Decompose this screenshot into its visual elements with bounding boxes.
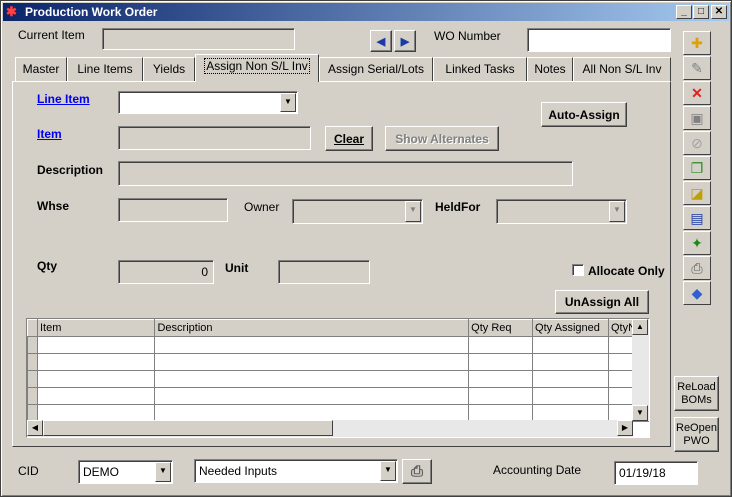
item-field[interactable] bbox=[118, 126, 311, 150]
save-icon[interactable]: ▣ bbox=[683, 106, 711, 130]
table-row[interactable] bbox=[27, 387, 649, 405]
tab-all-non-sl-inv[interactable]: All Non S/L Inv bbox=[573, 57, 671, 81]
current-item-field[interactable] bbox=[102, 28, 295, 50]
column-header-description[interactable]: Description bbox=[154, 319, 470, 337]
table-row[interactable] bbox=[27, 404, 649, 422]
scroll-down-icon[interactable]: ▼ bbox=[632, 405, 648, 421]
clear-button[interactable]: Clear bbox=[325, 126, 373, 151]
pin-icon[interactable]: ✦ bbox=[683, 231, 711, 255]
table-row[interactable] bbox=[27, 336, 649, 354]
tab-notes[interactable]: Notes bbox=[527, 57, 573, 81]
tab-master[interactable]: Master bbox=[15, 57, 67, 81]
assignment-grid[interactable]: Item Description Qty Req Qty Assigned Qt… bbox=[26, 318, 650, 438]
minimize-button[interactable]: _ bbox=[676, 5, 692, 19]
accounting-date-label: Accounting Date bbox=[493, 463, 582, 477]
scroll-up-icon[interactable]: ▲ bbox=[632, 319, 648, 335]
tag-icon[interactable]: ◆ bbox=[683, 281, 711, 305]
wo-number-field[interactable] bbox=[527, 28, 671, 52]
horizontal-scroll-thumb[interactable] bbox=[43, 420, 333, 436]
line-item-link[interactable]: Line Item bbox=[37, 92, 90, 106]
wo-number-label: WO Number bbox=[434, 29, 501, 43]
qty-label: Qty bbox=[37, 259, 58, 273]
row-selector-header bbox=[27, 319, 38, 337]
owner-select[interactable]: ▼ bbox=[292, 199, 423, 224]
close-button[interactable]: ✕ bbox=[711, 5, 727, 19]
tab-yields[interactable]: Yields bbox=[143, 57, 195, 81]
tab-linked-tasks[interactable]: Linked Tasks bbox=[433, 57, 527, 81]
tab-line-items[interactable]: Line Items bbox=[67, 57, 143, 81]
reopen-pwo-button[interactable]: ReOpen PWO bbox=[674, 417, 719, 452]
heldfor-select[interactable]: ▼ bbox=[496, 199, 627, 224]
window-title: Production Work Order bbox=[25, 5, 158, 19]
owner-label: Owner bbox=[244, 200, 280, 214]
description-field[interactable] bbox=[118, 161, 573, 186]
report-select[interactable]: Needed Inputs ▼ bbox=[194, 459, 398, 483]
whse-label: Whse bbox=[37, 199, 70, 213]
reload-boms-button[interactable]: ReLoad BOMs bbox=[674, 376, 719, 411]
unit-field[interactable] bbox=[278, 260, 370, 284]
scroll-left-icon[interactable]: ◀ bbox=[27, 420, 43, 436]
title-bar[interactable]: ✱ Production Work Order _ □ ✕ bbox=[3, 3, 729, 21]
arrow-left-icon: ◀ bbox=[376, 35, 386, 48]
delete-icon[interactable]: ✕ bbox=[683, 81, 711, 105]
item-link[interactable]: Item bbox=[37, 127, 62, 141]
tab-assign-non-sl-inv[interactable]: Assign Non S/L Inv bbox=[195, 54, 319, 82]
current-item-label: Current Item bbox=[18, 28, 85, 42]
chevron-down-icon[interactable]: ▼ bbox=[155, 462, 171, 482]
show-alternates-button[interactable]: Show Alternates bbox=[385, 126, 499, 151]
allocate-only-label: Allocate Only bbox=[588, 264, 665, 278]
print-icon[interactable]: ⎙ bbox=[683, 256, 711, 280]
auto-assign-button[interactable]: Auto-Assign bbox=[541, 102, 627, 127]
new-icon[interactable]: ✚ bbox=[683, 31, 711, 55]
description-label: Description bbox=[37, 163, 104, 177]
table-row[interactable] bbox=[27, 370, 649, 388]
chevron-down-icon[interactable]: ▼ bbox=[280, 93, 296, 112]
cid-label: CID bbox=[18, 464, 39, 478]
table-row[interactable] bbox=[27, 353, 649, 371]
scroll-right-icon[interactable]: ▶ bbox=[617, 420, 633, 436]
note-icon[interactable]: ◪ bbox=[683, 181, 711, 205]
unassign-all-button[interactable]: UnAssign All bbox=[555, 290, 649, 314]
chevron-down-icon[interactable]: ▼ bbox=[405, 201, 421, 222]
heldfor-label: HeldFor bbox=[435, 200, 481, 214]
next-record-button[interactable]: ▶ bbox=[394, 30, 416, 52]
production-work-order-window: ✱ Production Work Order _ □ ✕ Current It… bbox=[0, 0, 732, 497]
cid-select[interactable]: DEMO ▼ bbox=[78, 460, 173, 484]
chevron-down-icon[interactable]: ▼ bbox=[609, 201, 625, 222]
allocate-only-checkbox[interactable] bbox=[572, 264, 584, 276]
prev-record-button[interactable]: ◀ bbox=[370, 30, 392, 52]
line-item-select[interactable]: ▼ bbox=[118, 91, 298, 114]
app-icon: ✱ bbox=[6, 4, 17, 19]
horizontal-scrollbar[interactable]: ◀ ▶ bbox=[27, 420, 633, 437]
print-icon: ⎙ bbox=[410, 463, 423, 480]
arrow-right-icon: ▶ bbox=[400, 35, 410, 48]
qty-field[interactable]: 0 bbox=[118, 260, 214, 284]
print-button[interactable]: ⎙ bbox=[402, 459, 432, 484]
edit-icon[interactable]: ✎ bbox=[683, 56, 711, 80]
column-header-item[interactable]: Item bbox=[36, 319, 156, 337]
column-header-qty-assigned[interactable]: Qty Assigned bbox=[532, 319, 609, 337]
tab-assign-serial-lots[interactable]: Assign Serial/Lots bbox=[319, 57, 433, 81]
maximize-button[interactable]: □ bbox=[693, 5, 709, 19]
card-icon[interactable]: ▤ bbox=[683, 206, 711, 230]
whse-field[interactable] bbox=[118, 198, 228, 222]
cancel-icon[interactable]: ⊘ bbox=[683, 131, 711, 155]
column-header-qty-req[interactable]: Qty Req bbox=[468, 319, 534, 337]
accounting-date-field[interactable]: 01/19/18 bbox=[614, 461, 698, 485]
vertical-scrollbar[interactable]: ▲ ▼ bbox=[632, 319, 649, 421]
unit-label: Unit bbox=[225, 261, 249, 275]
chevron-down-icon[interactable]: ▼ bbox=[380, 461, 396, 481]
side-toolbar: ✚ ✎ ✕ ▣ ⊘ ❐ ◪ ▤ ✦ ⎙ ◆ bbox=[683, 31, 711, 321]
copy-icon[interactable]: ❐ bbox=[683, 156, 711, 180]
